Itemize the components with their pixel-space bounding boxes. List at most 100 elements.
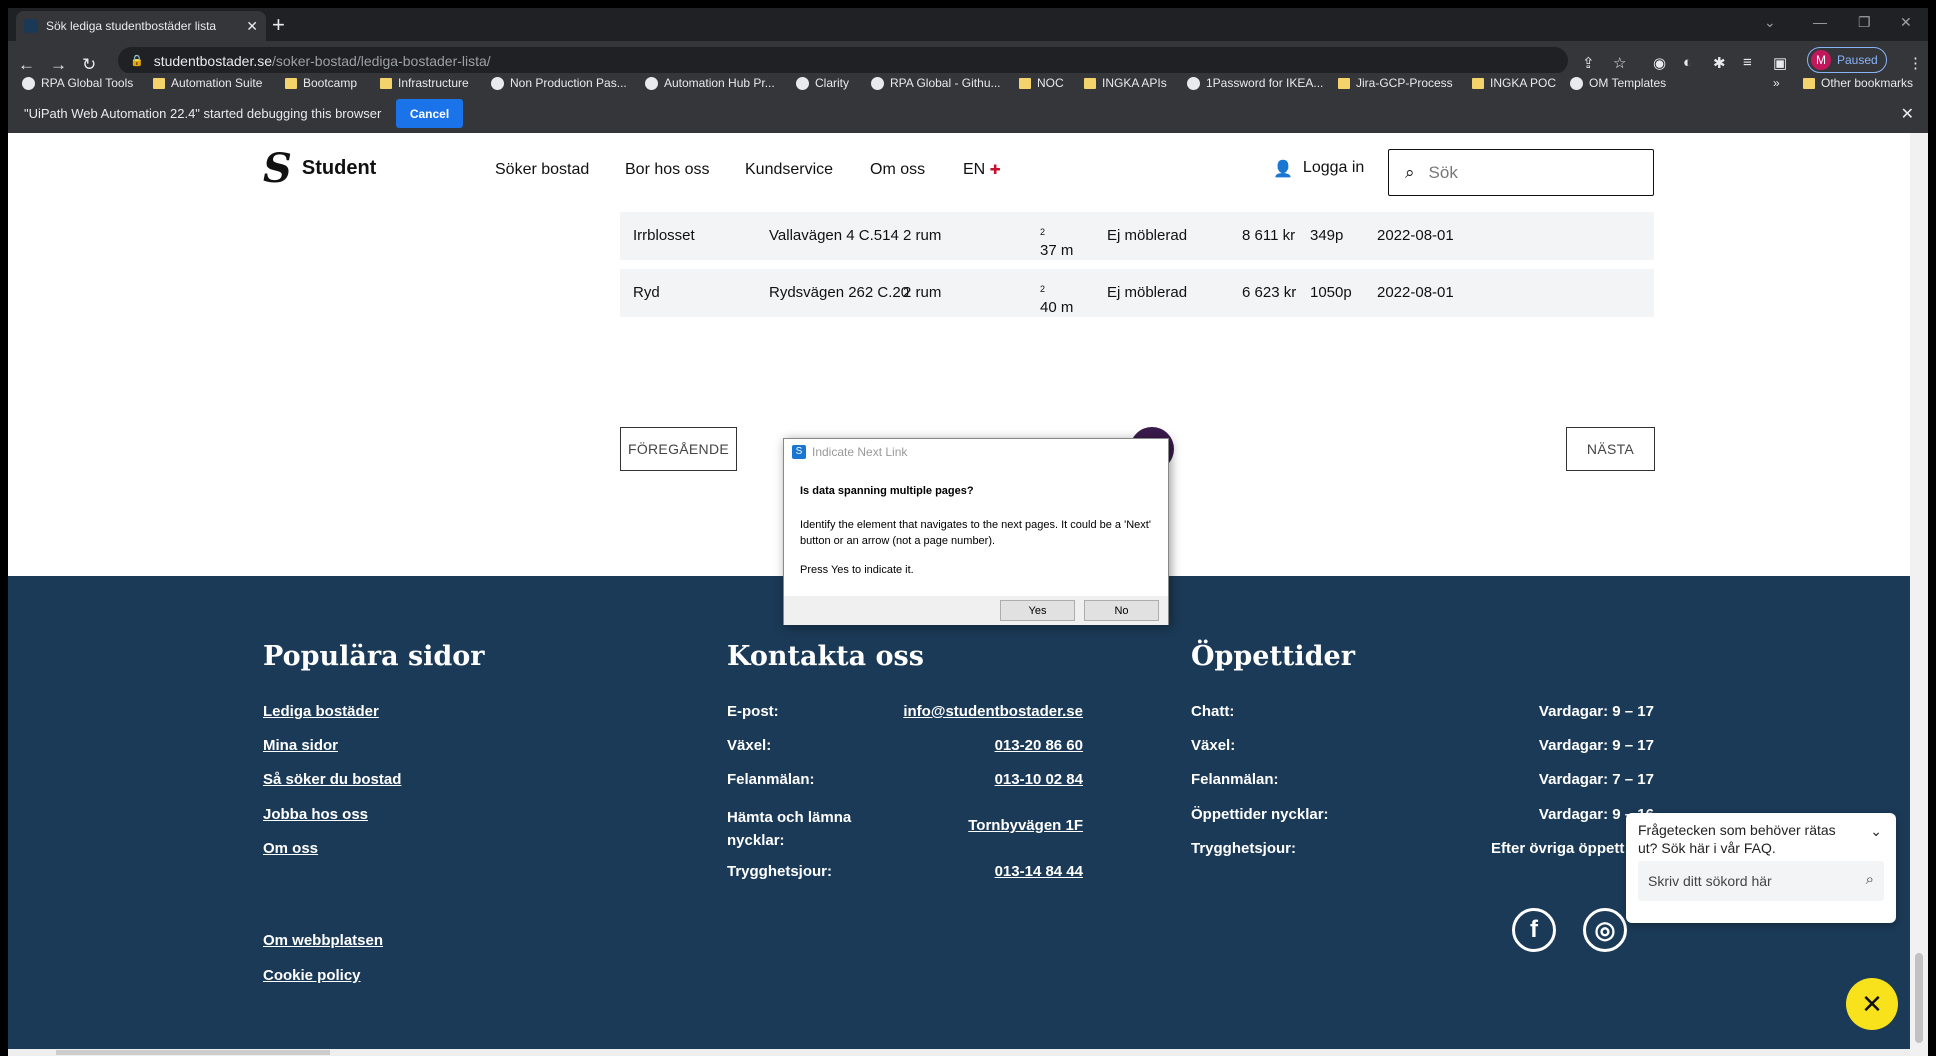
contact-label: Växel:: [727, 737, 772, 754]
share-icon[interactable]: ⇪: [1582, 54, 1595, 72]
site-logo[interactable]: S Student: [263, 145, 376, 192]
hours-label: Felanmälan:: [1191, 771, 1279, 788]
new-tab-icon[interactable]: +: [272, 12, 285, 38]
close-tab-icon[interactable]: ✕: [246, 18, 258, 35]
close-chat-button[interactable]: ✕: [1846, 978, 1898, 1030]
tab-search-icon[interactable]: ⌄: [1764, 14, 1776, 31]
folder-icon: [1019, 77, 1031, 89]
footer-link[interactable]: Jobba hos oss: [263, 806, 368, 823]
next-page-button[interactable]: NÄSTA: [1566, 427, 1655, 471]
bookmark-label: Automation Hub Pr...: [664, 76, 775, 90]
address-bar[interactable]: 🔒 studentbostader.se/soker-bostad/lediga…: [118, 47, 1568, 74]
contact-phone-link[interactable]: 013-20 86 60: [888, 737, 1083, 754]
nav-bor-hos-oss[interactable]: Bor hos oss: [625, 161, 709, 179]
bookmark-item[interactable]: INGKA POC: [1472, 76, 1556, 90]
browser-menu-icon[interactable]: ⋮: [1908, 54, 1923, 72]
hours-value: Vardagar: 7 – 17: [1538, 771, 1654, 788]
listing-row[interactable]: Ryd Rydsvägen 262 C.20 2 rum 40 m2 Ej mö…: [620, 269, 1654, 317]
logo-s-icon: S: [263, 145, 292, 192]
minimize-icon[interactable]: —: [1813, 14, 1827, 30]
opening-hours-heading: Öppettider: [1191, 641, 1355, 672]
contact-label: Felanmälan:: [727, 771, 815, 788]
horizontal-scrollbar-thumb[interactable]: [56, 1050, 330, 1055]
restore-icon[interactable]: ❐: [1858, 14, 1871, 31]
back-icon[interactable]: ←: [18, 55, 35, 75]
faq-search-placeholder: Skriv ditt sökord här: [1648, 873, 1772, 889]
contact-phone-link[interactable]: 013-14 84 44: [888, 863, 1083, 880]
bookmark-item[interactable]: RPA Global Tools: [22, 76, 133, 90]
contact-email-link[interactable]: info@studentbostader.se: [888, 703, 1083, 720]
site-search-input[interactable]: ⌕ Sök: [1388, 149, 1654, 196]
horizontal-scrollbar[interactable]: [8, 1049, 1910, 1056]
no-button[interactable]: No: [1084, 600, 1159, 621]
listing-size-value: 37 m: [1040, 242, 1074, 259]
contact-label: Trygghetsjour:: [727, 863, 833, 880]
previous-page-button[interactable]: FÖREGÅENDE: [620, 427, 737, 471]
bookmark-item[interactable]: RPA Global - Githu...: [871, 76, 1001, 90]
reading-list-icon[interactable]: ≡: [1743, 54, 1752, 71]
bookmark-item[interactable]: Automation Hub Pr...: [645, 76, 775, 90]
extension-1password-icon[interactable]: ◉: [1653, 54, 1666, 72]
instagram-icon[interactable]: ◎: [1583, 908, 1627, 952]
browser-tab[interactable]: Sök lediga studentbostäder lista ✕: [16, 11, 266, 41]
bookmark-item[interactable]: 1Password for IKEA...: [1187, 76, 1323, 90]
hours-value: Vardagar: 9 – 16: [1538, 806, 1654, 823]
bookmark-item[interactable]: NOC: [1019, 76, 1064, 90]
profile-avatar: M: [1811, 50, 1831, 70]
cancel-debug-button[interactable]: Cancel: [396, 99, 463, 128]
bookmark-item[interactable]: Bootcamp: [285, 76, 357, 90]
footer-link[interactable]: Cookie policy: [263, 967, 361, 984]
extensions-puzzle-icon[interactable]: ✱: [1713, 54, 1726, 72]
footer-link[interactable]: Om oss: [263, 840, 318, 857]
listing-rent: 6 623 kr: [1242, 284, 1297, 301]
bookmark-item[interactable]: INGKA APIs: [1084, 76, 1167, 90]
bookmark-item[interactable]: Clarity: [796, 76, 849, 90]
close-infobar-icon[interactable]: ✕: [1901, 104, 1914, 124]
faq-search-input[interactable]: Skriv ditt sökord här ⌕: [1638, 861, 1884, 901]
forward-icon[interactable]: →: [50, 55, 67, 75]
search-icon[interactable]: ⌕: [1866, 871, 1874, 888]
scrollbar-thumb[interactable]: [1915, 953, 1923, 1043]
bookmarks-bar: RPA Global Tools Automation Suite Bootca…: [8, 73, 1928, 95]
contact-address-link[interactable]: Tornbyvägen 1F: [888, 817, 1083, 834]
bookmark-star-icon[interactable]: ☆: [1613, 54, 1626, 72]
extension-uipath-icon[interactable]: ◐: [1683, 54, 1692, 71]
bookmark-label: RPA Global Tools: [41, 76, 134, 90]
footer-link[interactable]: Om webbplatsen: [263, 932, 383, 949]
bookmark-item[interactable]: Infrastructure: [380, 76, 469, 90]
more-bookmarks-icon[interactable]: »: [1773, 76, 1780, 90]
profile-button[interactable]: M Paused: [1807, 47, 1887, 73]
browser-window: Sök lediga studentbostäder lista ✕ + ⌄ —…: [8, 8, 1928, 1056]
footer-link[interactable]: Så söker du bostad: [263, 771, 401, 788]
vertical-scrollbar[interactable]: [1910, 133, 1928, 1056]
footer-link[interactable]: Lediga bostäder: [263, 703, 379, 720]
yes-button[interactable]: Yes: [1000, 600, 1075, 621]
side-panel-icon[interactable]: ▣: [1773, 54, 1787, 72]
listing-row[interactable]: Irrblosset Vallavägen 4 C.514 2 rum 37 m…: [620, 212, 1654, 260]
listing-points: 1050p: [1310, 284, 1352, 301]
bookmark-item[interactable]: OM Templates: [1570, 76, 1666, 90]
dialog-buttons: Yes No: [784, 596, 1168, 625]
dialog-text-secondary: Press Yes to indicate it.: [800, 564, 914, 576]
indicate-next-link-dialog: S Indicate Next Link Is data spanning mu…: [783, 438, 1169, 625]
bookmark-item[interactable]: Jira-GCP-Process: [1338, 76, 1453, 90]
nav-soker-bostad[interactable]: Söker bostad: [495, 161, 589, 179]
other-bookmarks[interactable]: Other bookmarks: [1803, 76, 1913, 90]
contact-phone-link[interactable]: 013-10 02 84: [888, 771, 1083, 788]
bookmark-favicon-icon: [22, 76, 35, 90]
facebook-icon[interactable]: f: [1512, 908, 1556, 952]
nav-om-oss[interactable]: Om oss: [870, 161, 925, 179]
login-link[interactable]: 👤 Logga in: [1273, 159, 1364, 179]
reload-icon[interactable]: ↻: [82, 55, 96, 75]
debugging-infobar: "UiPath Web Automation 22.4" started deb…: [8, 95, 1928, 133]
footer-link[interactable]: Mina sidor: [263, 737, 338, 754]
url-host: studentbostader.se: [153, 52, 273, 69]
tab-title: Sök lediga studentbostäder lista: [46, 19, 217, 33]
contact-label: Hämta och lämna nycklar:: [727, 809, 852, 849]
bookmark-item[interactable]: Non Production Pas...: [491, 76, 627, 90]
nav-kundservice[interactable]: Kundservice: [745, 161, 833, 179]
chevron-down-icon[interactable]: ⌄: [1870, 823, 1882, 840]
bookmark-item[interactable]: Automation Suite: [153, 76, 262, 90]
language-switch[interactable]: EN ✚: [963, 161, 1001, 179]
close-window-icon[interactable]: ✕: [1900, 14, 1912, 31]
